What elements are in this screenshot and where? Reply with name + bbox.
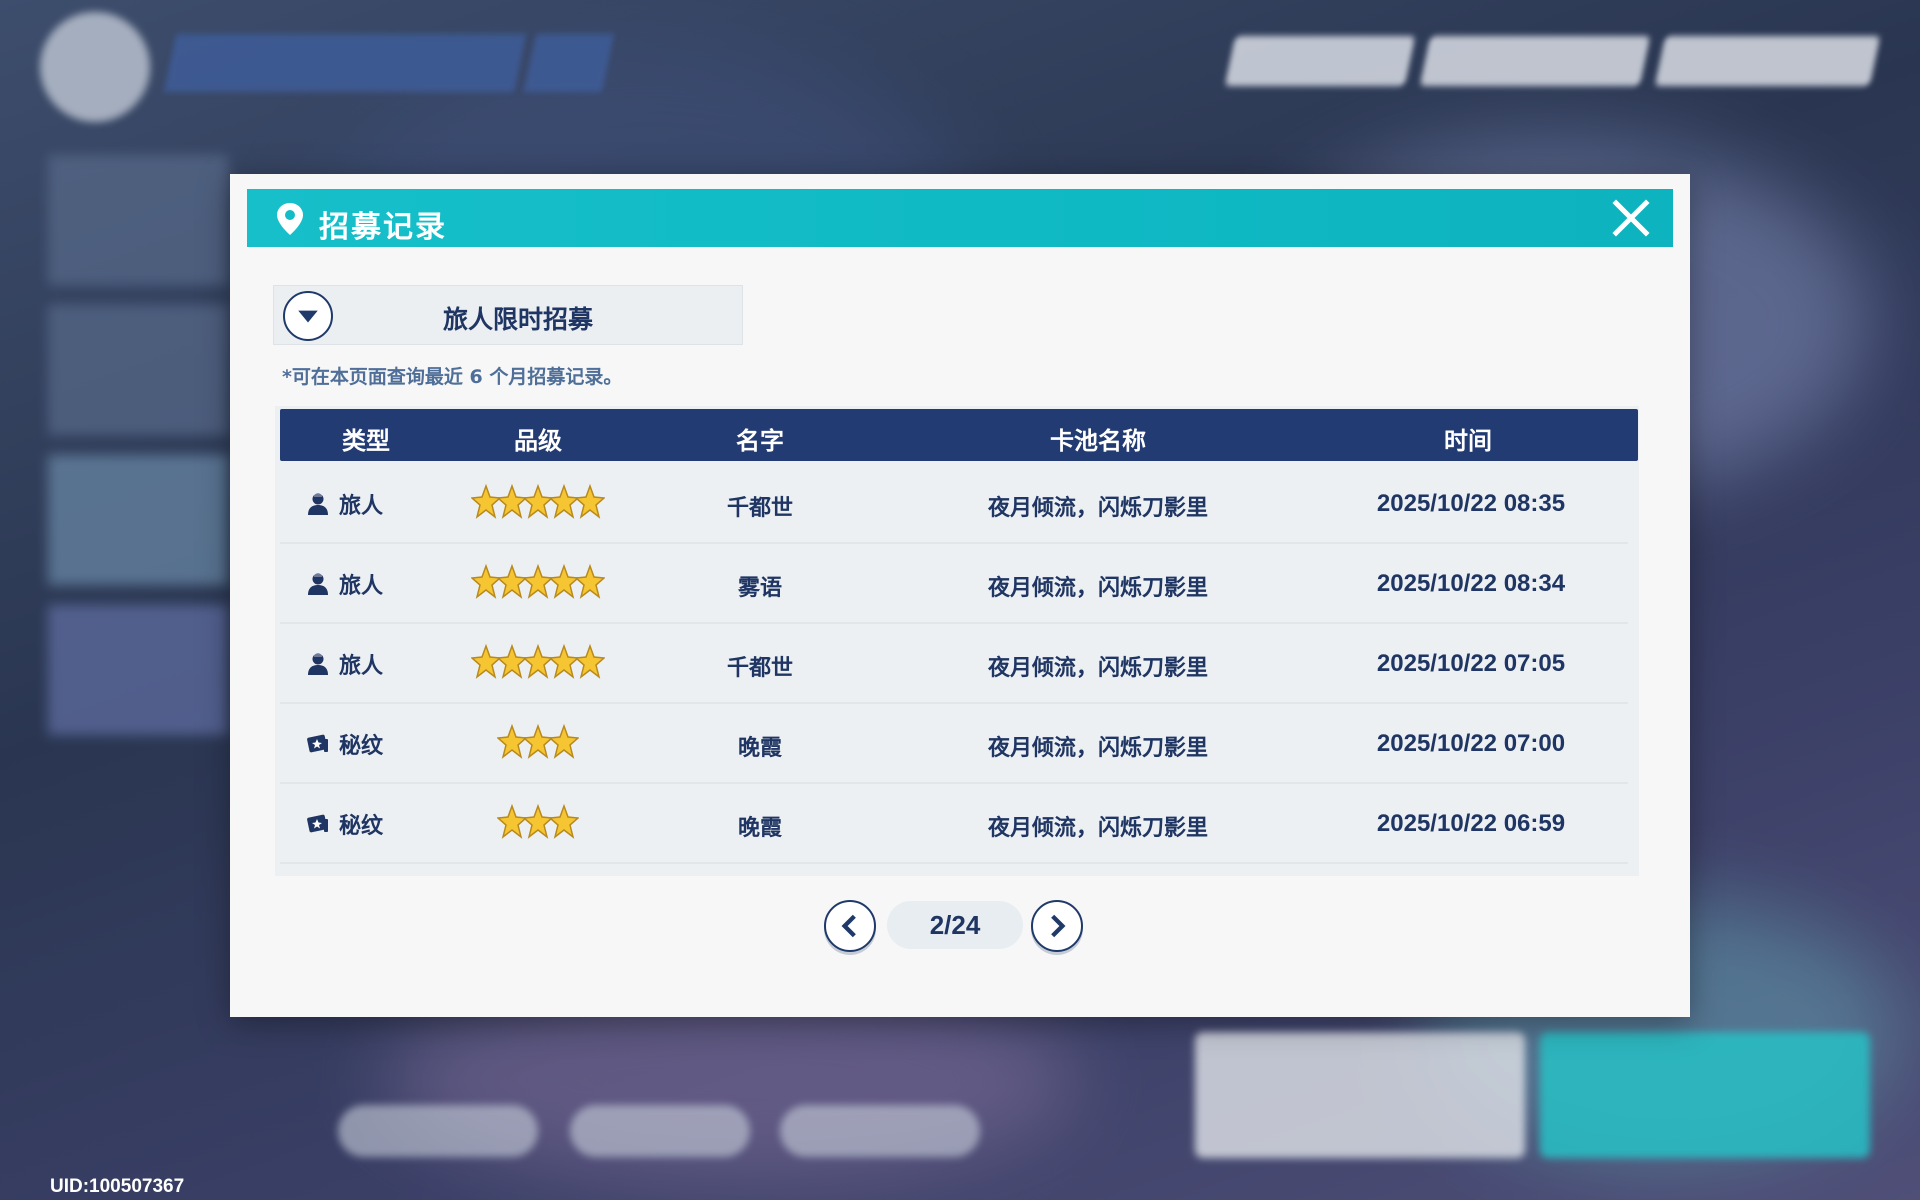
row-time: 2025/10/22 08:34 [1376, 570, 1566, 597]
back-button-blurred [40, 12, 150, 122]
row-rarity-stars [471, 484, 605, 522]
recruit-record-modal: 招募记录 旅人限时招募 *可在本页面查询最近 6 个月招募记录。 类型 品级 名… [230, 174, 1690, 1017]
table-row: 旅人 雾语 夜月倾流，闪烁刀影里 2025/10/22 08:34 [280, 544, 1628, 624]
pool-dropdown-label: 旅人限时招募 [442, 305, 593, 334]
next-page-button[interactable] [1031, 900, 1083, 952]
row-rarity-stars [497, 804, 579, 842]
recruit-ten-blurred [1540, 1032, 1870, 1158]
banner-thumb-blurred [48, 605, 228, 735]
recruit-once-blurred [1195, 1032, 1525, 1158]
row-rarity-stars [497, 724, 579, 762]
row-time: 2025/10/22 07:00 [1376, 730, 1566, 757]
traveler-icon [308, 653, 328, 675]
row-type-label: 秘纹 [339, 814, 384, 839]
emblem-icon [307, 734, 328, 753]
row-name: 晚霞 [737, 816, 783, 841]
bg-pill-blurred [338, 1105, 538, 1157]
table-header: 类型 品级 名字 卡池名称 时间 [280, 409, 1638, 461]
star-icon [549, 804, 579, 839]
row-type-label: 旅人 [339, 654, 384, 679]
column-header-time: 时间 [1444, 427, 1492, 455]
star-icon [575, 564, 605, 599]
column-header-name: 名字 [736, 427, 784, 455]
column-header-pool: 卡池名称 [1050, 427, 1146, 455]
modal-header: 招募记录 [247, 189, 1673, 247]
banner-thumb-blurred [48, 455, 228, 585]
currency-slot-blurred [1224, 36, 1416, 86]
table-row: 旅人 千都世 夜月倾流，闪烁刀影里 2025/10/22 07:05 [280, 624, 1628, 704]
modal-title: 招募记录 [319, 210, 447, 245]
location-pin-icon [277, 203, 303, 235]
row-time: 2025/10/22 07:05 [1376, 650, 1566, 677]
row-type: 秘纹 [305, 728, 383, 760]
row-rarity-stars [471, 644, 605, 682]
row-pool: 夜月倾流，闪烁刀影里 [987, 576, 1209, 601]
row-type: 旅人 [305, 488, 383, 520]
table-row: 旅人 千都世 夜月倾流，闪烁刀影里 2025/10/22 08:35 [280, 464, 1628, 544]
row-name: 雾语 [737, 576, 783, 601]
bg-pill-blurred [780, 1105, 980, 1157]
row-type: 秘纹 [305, 808, 383, 840]
traveler-icon [308, 493, 328, 515]
star-icon [575, 644, 605, 679]
star-icon [549, 724, 579, 759]
row-type-label: 旅人 [339, 574, 384, 599]
row-type-label: 秘纹 [339, 734, 384, 759]
row-type: 旅人 [305, 648, 383, 680]
chevron-left-icon [841, 914, 856, 938]
table-row: 秘纹 晚霞 夜月倾流，闪烁刀影里 2025/10/22 07:00 [280, 704, 1628, 784]
row-pool: 夜月倾流，闪烁刀影里 [987, 736, 1209, 761]
pool-dropdown[interactable]: 旅人限时招募 [273, 285, 743, 345]
row-pool: 夜月倾流，闪烁刀影里 [987, 816, 1209, 841]
column-header-type: 类型 [342, 427, 390, 455]
close-icon [1612, 199, 1650, 237]
row-time: 2025/10/22 06:59 [1376, 810, 1566, 837]
close-button[interactable] [1611, 198, 1651, 238]
emblem-icon [307, 814, 328, 833]
row-name: 千都世 [726, 656, 794, 681]
home-button-blurred [523, 34, 615, 92]
table-row: 秘纹 晚霞 夜月倾流，闪烁刀影里 2025/10/22 06:59 [280, 784, 1628, 864]
row-type: 旅人 [305, 568, 383, 600]
row-pool: 夜月倾流，闪烁刀影里 [987, 656, 1209, 681]
currency-slot-blurred [1654, 36, 1881, 86]
star-icon [575, 484, 605, 519]
row-rarity-stars [471, 564, 605, 602]
column-header-rarity: 品级 [514, 427, 562, 455]
row-type-label: 旅人 [339, 494, 384, 519]
page-indicator: 2/24 [887, 901, 1023, 949]
row-name: 千都世 [726, 496, 794, 521]
bg-pill-blurred [570, 1105, 750, 1157]
row-pool: 夜月倾流，闪烁刀影里 [987, 496, 1209, 521]
traveler-icon [308, 573, 328, 595]
banner-thumb-blurred [48, 305, 228, 435]
row-name: 晚霞 [737, 736, 783, 761]
chevron-right-icon [1051, 914, 1066, 938]
location-bar-blurred [163, 34, 527, 92]
pagination: 2/24 [230, 897, 1690, 957]
row-time: 2025/10/22 08:35 [1376, 490, 1566, 517]
prev-page-button[interactable] [824, 900, 876, 952]
uid-label: UID:100507367 [50, 1176, 185, 1197]
banner-thumb-blurred [48, 155, 228, 285]
history-note: *可在本页面查询最近 6 个月招募记录。 [282, 366, 623, 388]
currency-slot-blurred [1419, 36, 1651, 86]
record-table: 类型 品级 名字 卡池名称 时间 旅人 千都世 夜月倾流，闪烁刀影里 2025/10/… [275, 406, 1639, 876]
